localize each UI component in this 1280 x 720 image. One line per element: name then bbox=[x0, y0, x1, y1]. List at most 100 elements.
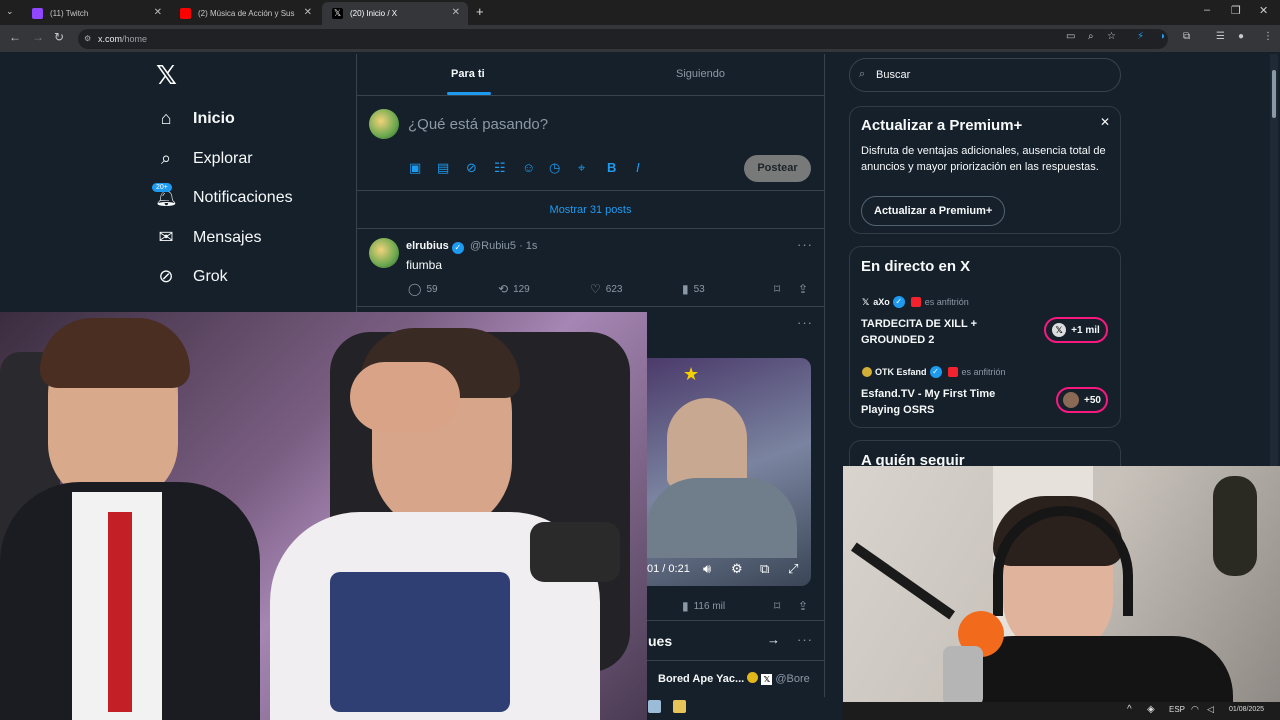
new-tab-icon[interactable]: + bbox=[476, 4, 484, 19]
microphone bbox=[530, 522, 620, 582]
image-icon[interactable]: ▣ bbox=[409, 160, 421, 176]
forward-icon[interactable]: → bbox=[32, 30, 44, 44]
location-icon[interactable]: ⌖ bbox=[578, 160, 585, 176]
more-icon[interactable]: ··· bbox=[797, 632, 813, 647]
menu-icon[interactable]: ⋮ bbox=[1263, 31, 1273, 42]
arrow-right-icon[interactable]: → bbox=[767, 632, 780, 647]
like-button[interactable]: ♡ 623 bbox=[590, 282, 622, 296]
close-icon[interactable]: ✕ bbox=[304, 7, 312, 18]
puzzle-icon[interactable]: ⧉ bbox=[1183, 31, 1190, 42]
composer-divider bbox=[357, 190, 824, 191]
extension-icon[interactable]: ◗ bbox=[1160, 31, 1166, 42]
follow-suggestion[interactable]: Bored Ape Yac... 𝕏 @Bore bbox=[658, 672, 810, 685]
cast-icon[interactable]: ▭ bbox=[1066, 31, 1075, 42]
fullscreen-icon[interactable]: ⤢ bbox=[788, 561, 798, 577]
nav-item-home[interactable]: ⌂ Inicio bbox=[155, 108, 235, 129]
url-field[interactable]: ⚙ x.com/home bbox=[78, 29, 1168, 49]
tab-search-icon[interactable]: ⌄ bbox=[6, 6, 14, 17]
back-icon[interactable]: ← bbox=[9, 30, 21, 44]
verified-icon: ✓ bbox=[929, 366, 942, 378]
space-listeners-pill[interactable]: +50 bbox=[1056, 387, 1108, 413]
close-icon[interactable]: ✕ bbox=[154, 7, 162, 18]
close-icon[interactable]: ✕ bbox=[1100, 115, 1110, 129]
space-listeners-pill[interactable]: 𝕏 +1 mil bbox=[1044, 317, 1108, 343]
tab-label: (20) Inicio / X bbox=[350, 9, 398, 18]
avatar[interactable] bbox=[369, 109, 399, 139]
grok-icon: ⊘ bbox=[158, 266, 174, 286]
grok-icon[interactable]: ⊘ bbox=[466, 160, 477, 176]
upgrade-premium-button[interactable]: Actualizar a Premium+ bbox=[861, 196, 1006, 226]
tweet-handle[interactable]: @Rubiu5 · 1s bbox=[470, 240, 537, 252]
tab-list-icon[interactable]: ☰ bbox=[1216, 31, 1225, 42]
mic-arm bbox=[850, 542, 956, 620]
space-title[interactable]: Esfand.TV - My First Time Playing OSRS bbox=[861, 386, 1031, 418]
extension-icon[interactable]: ⚡ bbox=[1137, 31, 1144, 42]
minimize-icon[interactable]: – bbox=[1204, 4, 1210, 16]
share-button[interactable]: ⇪ bbox=[798, 282, 813, 296]
bookmark-star-icon[interactable]: ☆ bbox=[1107, 31, 1116, 42]
avatar[interactable] bbox=[369, 238, 399, 268]
emoji-icon[interactable]: ☺ bbox=[522, 160, 535, 175]
compose-input[interactable]: ¿Qué está pasando? bbox=[408, 116, 548, 133]
more-icon[interactable]: ··· bbox=[797, 315, 813, 330]
nav-item-notifications[interactable]: 🔔︎ Notificaciones bbox=[155, 187, 293, 208]
settings-icon[interactable]: ⚙ bbox=[731, 561, 743, 577]
bookmark-button[interactable]: ⌑ bbox=[774, 282, 785, 296]
profile-avatar[interactable]: ● bbox=[1238, 31, 1244, 42]
language-indicator[interactable]: ESP bbox=[1169, 705, 1185, 714]
gif-icon[interactable]: ▤ bbox=[437, 160, 449, 176]
live-host[interactable]: 𝕏 aXo ✓ es anfitrión bbox=[862, 296, 969, 308]
share-button[interactable]: ⇪ bbox=[798, 599, 813, 613]
close-icon[interactable]: ✕ bbox=[452, 7, 460, 18]
url-path: /home bbox=[122, 34, 148, 44]
views-button[interactable]: ▮ 116 mil bbox=[682, 599, 725, 613]
listener-count: +1 mil bbox=[1071, 324, 1100, 336]
volume-icon[interactable]: 🔊︎ bbox=[703, 561, 711, 577]
scrollbar-thumb[interactable] bbox=[1272, 70, 1276, 118]
zoom-icon[interactable]: ⌕ bbox=[1088, 31, 1094, 42]
x-icon: 𝕏 bbox=[862, 296, 870, 307]
wifi-icon[interactable]: ◠ bbox=[1191, 704, 1199, 715]
tray-chevron-icon[interactable]: ^ bbox=[1127, 704, 1132, 715]
bookmark-button[interactable]: ⌑ bbox=[774, 599, 785, 613]
tray-icon[interactable]: ◈ bbox=[1147, 704, 1155, 715]
show-new-posts[interactable]: Mostrar 31 posts bbox=[357, 204, 824, 216]
tab-following[interactable]: Siguiendo bbox=[676, 68, 725, 80]
live-host[interactable]: OTK Esfand ✓ es anfitrión bbox=[862, 366, 1006, 378]
reload-icon[interactable]: ↻ bbox=[54, 30, 64, 44]
tab-twitch[interactable]: (11) Twitch ✕ bbox=[22, 2, 170, 25]
tweet-author[interactable]: elrubius ✓ bbox=[406, 240, 467, 254]
poll-icon[interactable]: ☷ bbox=[494, 160, 506, 176]
app-icon[interactable] bbox=[673, 700, 686, 713]
space-title[interactable]: TARDECITA DE XILL + GROUNDED 2 bbox=[861, 316, 1031, 348]
schedule-icon[interactable]: ◷ bbox=[549, 160, 560, 176]
volume-icon[interactable]: ◁ bbox=[1207, 704, 1214, 715]
tab-youtube[interactable]: (2) Música de Acción y Sus ✕ bbox=[170, 2, 320, 25]
italic-icon[interactable]: I bbox=[636, 160, 640, 175]
follow-name: Bored Ape Yac... bbox=[658, 673, 745, 685]
x-icon: 𝕏 bbox=[1052, 323, 1067, 337]
window-close-icon[interactable]: ✕ bbox=[1259, 4, 1268, 17]
section-divider bbox=[647, 660, 824, 661]
pip-icon[interactable]: ⧉ bbox=[760, 561, 769, 577]
post-button[interactable]: Postear bbox=[744, 155, 811, 182]
nav-item-explore[interactable]: ⌕ Explorar bbox=[155, 148, 253, 169]
views-button[interactable]: ▮ 53 bbox=[682, 282, 705, 296]
site-info-icon[interactable]: ⚙ bbox=[84, 34, 91, 43]
tweet-video[interactable]: ★ bbox=[647, 358, 811, 586]
repost-button[interactable]: ⟲ 129 bbox=[498, 282, 530, 296]
app-icon[interactable] bbox=[648, 700, 661, 713]
home-icon: ⌂ bbox=[160, 108, 172, 128]
maximize-icon[interactable]: ❐ bbox=[1231, 4, 1241, 17]
bold-icon[interactable]: B bbox=[607, 160, 616, 175]
tab-x[interactable]: 𝕏 (20) Inicio / X ✕ bbox=[322, 2, 468, 25]
x-logo-icon[interactable]: 𝕏 bbox=[156, 60, 177, 91]
reply-button[interactable]: ◯ 59 bbox=[408, 282, 438, 296]
feed-right-border bbox=[824, 54, 825, 720]
tab-for-you[interactable]: Para ti bbox=[451, 68, 485, 80]
nav-item-messages[interactable]: ✉ Mensajes bbox=[155, 227, 261, 248]
search-input[interactable]: ⌕ Buscar bbox=[849, 58, 1121, 92]
more-icon[interactable]: ··· bbox=[797, 237, 813, 252]
nav-item-grok[interactable]: ⊘ Grok bbox=[155, 266, 227, 287]
verified-icon: ✓ bbox=[451, 242, 464, 254]
